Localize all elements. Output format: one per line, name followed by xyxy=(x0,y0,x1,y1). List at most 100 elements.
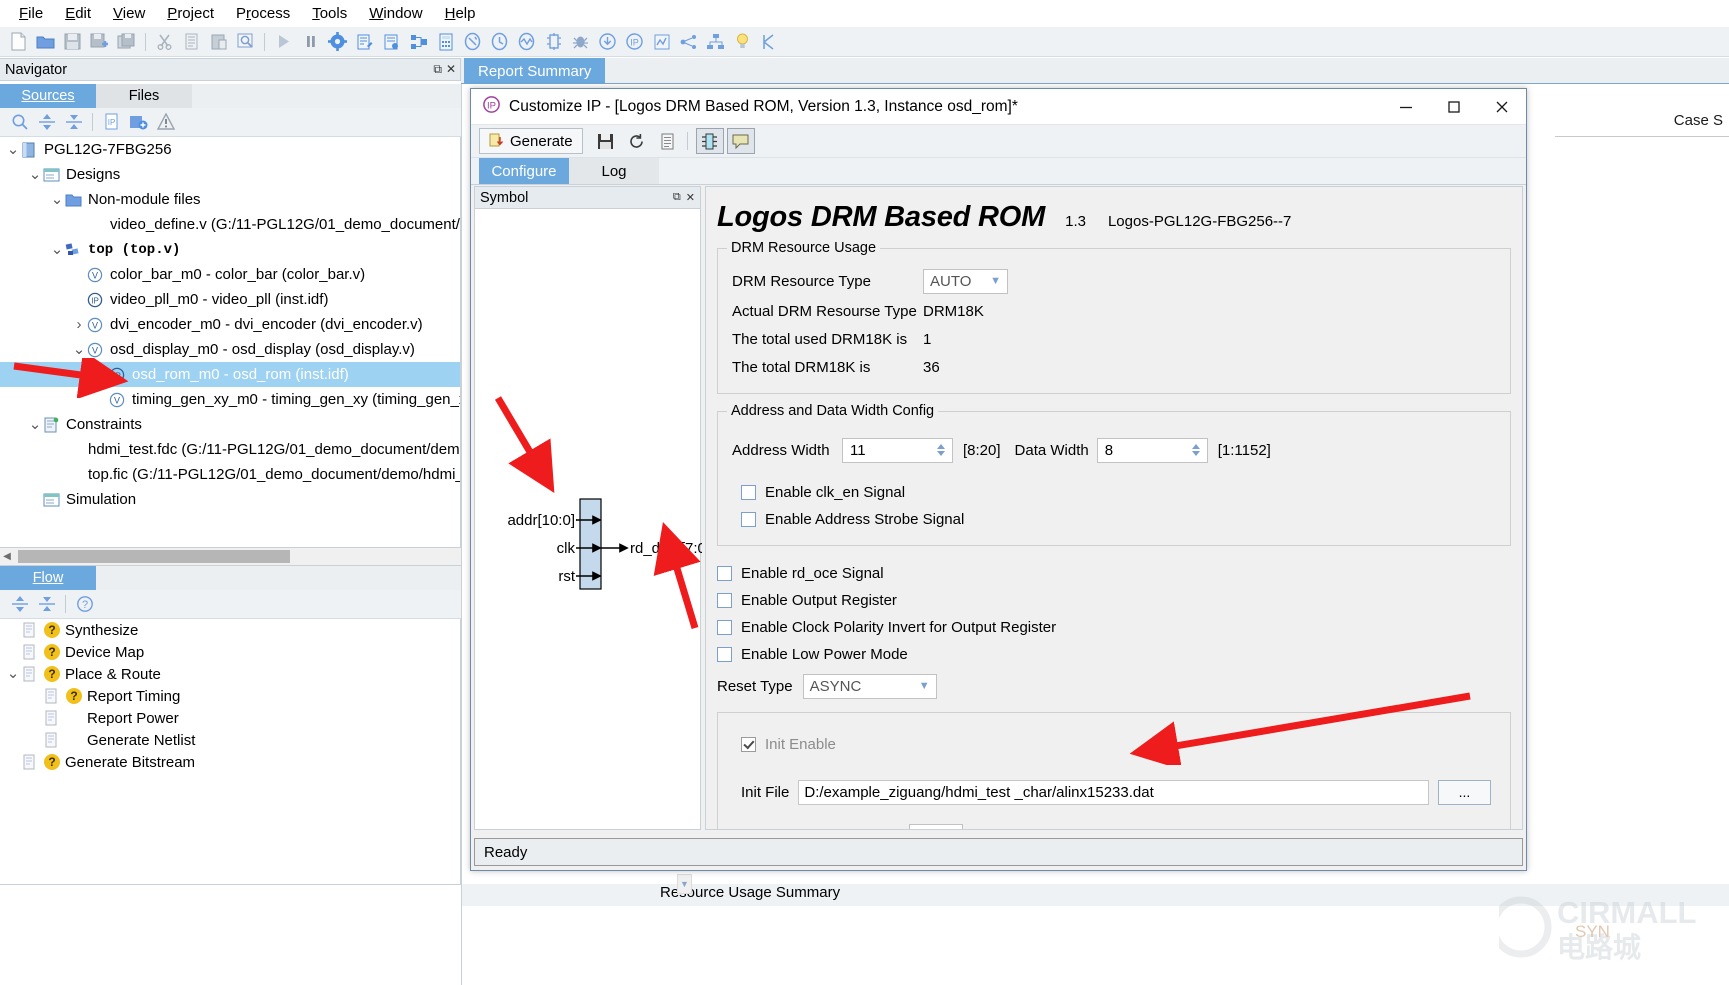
bottom-scroll-down-icon[interactable]: ▼ xyxy=(677,874,692,894)
data-width-spinner[interactable]: 8 xyxy=(1096,437,1208,463)
menu-item-process[interactable]: Process xyxy=(225,2,301,25)
arrow-tool-icon[interactable] xyxy=(756,29,783,55)
reload-icon[interactable] xyxy=(623,128,651,154)
flow-tree[interactable]: ? Synthesize? Device Map ⌄? Place & Route? Re… xyxy=(0,619,461,885)
help-icon[interactable]: ? xyxy=(71,591,98,617)
checkbox-box[interactable] xyxy=(717,566,732,581)
tree-row[interactable]: Vcolor_bar_m0 - color_bar (color_bar.v) xyxy=(0,262,460,287)
chevron-down-icon[interactable]: ⌄ xyxy=(50,242,64,257)
flow-row[interactable]: ? Generate Bitstream xyxy=(0,751,460,773)
tree-row[interactable]: Vtiming_gen_xy_m0 - timing_gen_xy (timin… xyxy=(0,387,460,412)
checkbox-box[interactable] xyxy=(741,512,756,527)
tab-files[interactable]: Files xyxy=(96,84,192,108)
checkbox-enable-low-power-mode[interactable]: Enable Low Power Mode xyxy=(717,641,1511,668)
flow-row[interactable]: Report Power xyxy=(0,707,460,729)
copy-icon[interactable] xyxy=(178,29,205,55)
report-settings-icon[interactable] xyxy=(378,29,405,55)
tree-row[interactable]: ⌄ top (top.v) xyxy=(0,237,460,262)
scroll-thumb[interactable] xyxy=(18,550,290,563)
close-icon[interactable] xyxy=(1478,89,1526,125)
collapse-all-icon[interactable] xyxy=(60,109,87,135)
tab-flow[interactable]: Flow xyxy=(0,566,96,590)
tree-row[interactable]: › Vdvi_encoder_m0 - dvi_encoder (dvi_enco… xyxy=(0,312,460,337)
restore-icon[interactable]: ⧉ xyxy=(433,62,442,77)
flow-row[interactable]: ? Device Map xyxy=(0,641,460,663)
menu-item-tools[interactable]: Tools xyxy=(301,2,358,25)
close-icon[interactable]: ✕ xyxy=(446,62,456,77)
source-tree[interactable]: ⌄ PGL12G-7FBG256 ⌄ Designs ⌄ Non-module files… xyxy=(0,137,461,548)
checkbox-box[interactable] xyxy=(717,593,732,608)
symbol-view-icon[interactable] xyxy=(695,128,724,154)
init-file-input[interactable]: D:/example_ziguang/hdmi_test _char/alinx… xyxy=(798,779,1429,805)
checkbox-box[interactable] xyxy=(717,620,732,635)
tree-row[interactable]: hdmi_test.fdc (G:/11-PGL12G/01_demo_docu… xyxy=(0,437,460,462)
tab-log[interactable]: Log xyxy=(569,158,659,184)
run-icon[interactable] xyxy=(270,29,297,55)
open-folder-icon[interactable] xyxy=(32,29,59,55)
collapse-all-icon[interactable] xyxy=(33,591,60,617)
tree-row[interactable]: ⌄ Non-module files xyxy=(0,187,460,212)
save-as-icon[interactable] xyxy=(86,29,113,55)
find-icon[interactable] xyxy=(232,29,259,55)
tree-row[interactable]: ⌄ Constraints xyxy=(0,412,460,437)
flow-row[interactable]: ⌄? Place & Route xyxy=(0,663,460,685)
refresh-icon[interactable] xyxy=(459,29,486,55)
tree-row[interactable]: top.fic (G:/11-PGL12G/01_demo_document/d… xyxy=(0,462,460,487)
save-icon[interactable] xyxy=(59,29,86,55)
checkbox-box[interactable] xyxy=(741,737,756,752)
drm-resource-type-select[interactable]: AUTO ▼ xyxy=(923,268,1008,294)
debug-bug-icon[interactable] xyxy=(567,29,594,55)
checkbox-enable-rd-oce[interactable]: Enable rd_oce Signal xyxy=(717,560,1511,587)
spinner-arrows-icon[interactable] xyxy=(1189,444,1207,456)
tree-row[interactable]: Simulation xyxy=(0,487,460,512)
chevron-down-icon[interactable]: ⌄ xyxy=(6,142,20,157)
maximize-icon[interactable] xyxy=(1430,89,1478,125)
tree-row[interactable]: IP video_pll_m0 - video_pll (inst.idf) xyxy=(0,287,460,312)
chevron-down-icon[interactable]: ⌄ xyxy=(28,417,42,432)
checkbox-enable-clk-en[interactable]: Enable clk_en Signal xyxy=(732,479,1496,506)
hierarchy-icon[interactable] xyxy=(702,29,729,55)
timing-icon[interactable] xyxy=(486,29,513,55)
reset-type-select[interactable]: ASYNC ▼ xyxy=(802,673,937,699)
document-icon[interactable] xyxy=(654,128,682,154)
checkbox-enable-output-register[interactable]: Enable Output Register xyxy=(717,587,1511,614)
floorplan-icon[interactable] xyxy=(405,29,432,55)
waveform-icon[interactable] xyxy=(648,29,675,55)
save-icon[interactable] xyxy=(592,128,620,154)
add-ip-icon[interactable]: IP xyxy=(98,109,125,135)
tree-row[interactable]: ⌄ Designs xyxy=(0,162,460,187)
settings-gear-icon[interactable] xyxy=(324,29,351,55)
generate-button[interactable]: Generate xyxy=(479,128,583,154)
browse-button[interactable]: ... xyxy=(1438,779,1491,805)
chevron-down-icon[interactable]: ⌄ xyxy=(28,167,42,182)
menu-item-help[interactable]: Help xyxy=(434,2,487,25)
chevron-right-icon[interactable]: › xyxy=(72,316,86,333)
pause-icon[interactable] xyxy=(297,29,324,55)
power-icon[interactable] xyxy=(513,29,540,55)
checkbox-box[interactable] xyxy=(717,647,732,662)
menu-item-edit[interactable]: Edit xyxy=(54,2,102,25)
checkbox-enable-address-strobe[interactable]: Enable Address Strobe Signal xyxy=(732,506,1496,533)
tree-horizontal-scrollbar[interactable]: ◀ xyxy=(0,548,461,566)
menu-item-window[interactable]: Window xyxy=(358,2,433,25)
scroll-left-icon[interactable]: ◀ xyxy=(0,551,14,562)
menu-item-project[interactable]: Project xyxy=(156,2,225,25)
checkbox-box[interactable] xyxy=(741,485,756,500)
paste-icon[interactable] xyxy=(205,29,232,55)
restore-icon[interactable]: ⧉ xyxy=(673,191,681,204)
dialog-title-bar[interactable]: IP Customize IP - [Logos DRM Based ROM, … xyxy=(471,89,1526,125)
chevron-down-icon[interactable]: ⌄ xyxy=(6,666,20,681)
chevron-down-icon[interactable]: ⌄ xyxy=(72,342,86,357)
expand-all-icon[interactable] xyxy=(6,591,33,617)
close-icon[interactable]: ✕ xyxy=(686,191,695,204)
io-planner-icon[interactable] xyxy=(540,29,567,55)
address-width-spinner[interactable]: 11 xyxy=(842,437,953,463)
message-view-icon[interactable] xyxy=(726,128,755,154)
tip-icon[interactable] xyxy=(729,29,756,55)
tree-row[interactable]: ⌄ Vosd_display_m0 - osd_display (osd_disp… xyxy=(0,337,460,362)
menu-item-file[interactable]: File xyxy=(8,2,54,25)
checkbox-init-enable[interactable]: Init Enable xyxy=(732,731,1496,758)
spinner-arrows-icon[interactable] xyxy=(934,444,952,456)
checkbox-enable-clock-polarity-invert[interactable]: Enable Clock Polarity Invert for Output … xyxy=(717,614,1511,641)
flow-row[interactable]: ? Report Timing xyxy=(0,685,460,707)
